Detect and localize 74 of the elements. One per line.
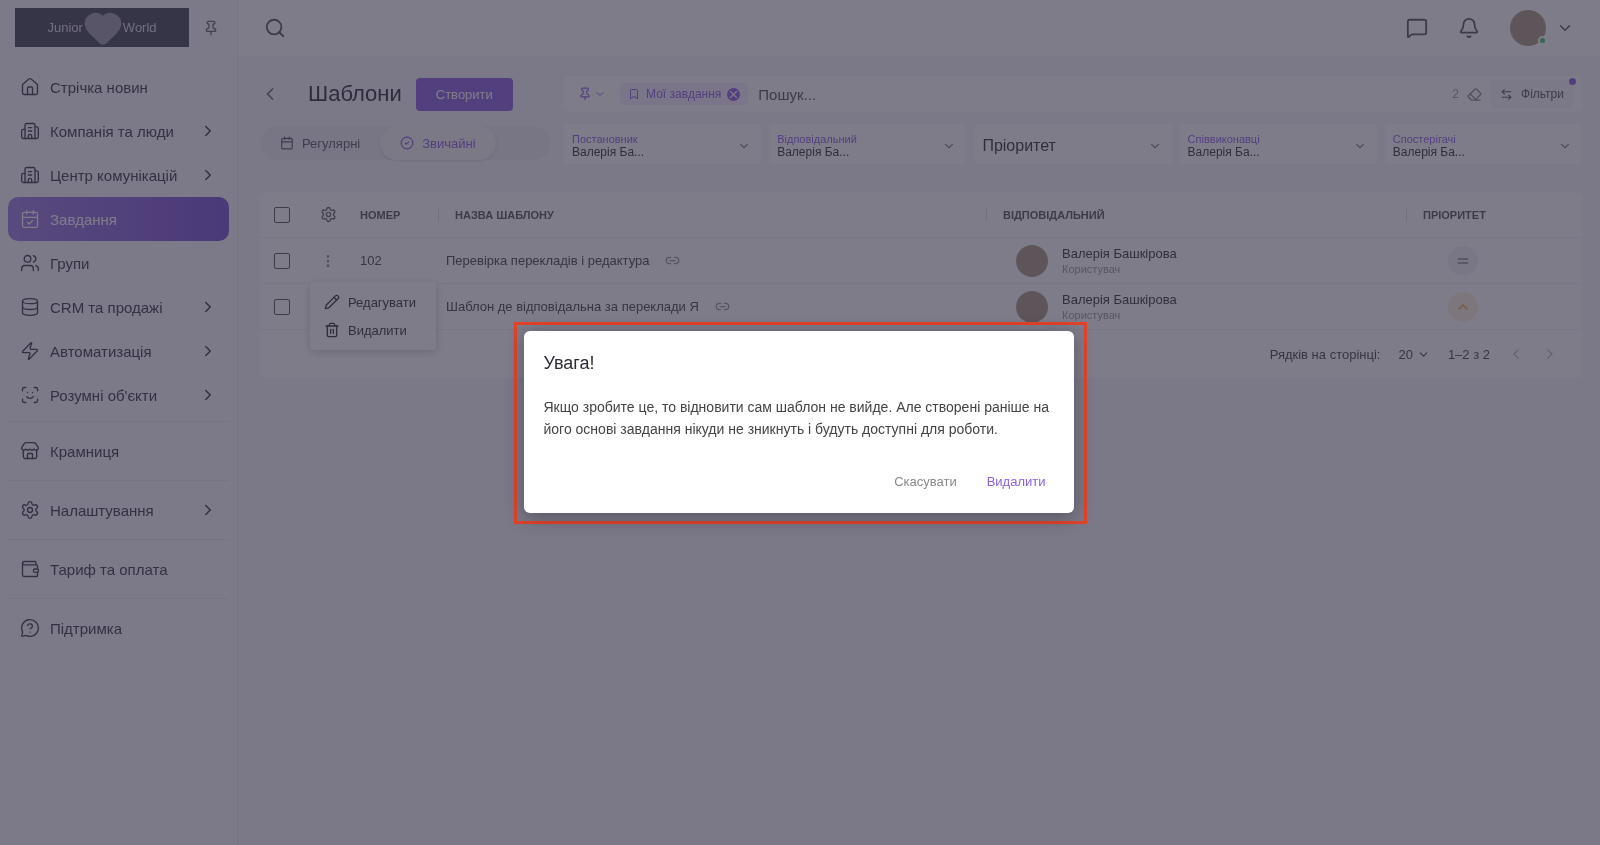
online-status-dot [1538, 36, 1547, 45]
avatar [1016, 244, 1048, 277]
filter-select[interactable]: Спостерігачі Валерія Ба... [1384, 124, 1582, 164]
calendar-icon [280, 136, 294, 150]
row-checkbox[interactable] [274, 252, 290, 269]
view-tab[interactable]: Регулярні [260, 126, 381, 160]
settings-icon[interactable] [320, 206, 337, 223]
rows-per-page-select[interactable]: 20 [1398, 346, 1430, 362]
remove-chip-icon[interactable] [727, 87, 741, 101]
template-name[interactable]: Перевірка перекладів і редактура [446, 253, 650, 268]
building-icon [20, 165, 40, 185]
nav-item[interactable]: Розумні об'єкти [8, 373, 229, 417]
store-icon [20, 441, 40, 461]
nav-item[interactable]: CRM та продажі [8, 285, 229, 329]
avatar[interactable] [1510, 10, 1546, 46]
table-cell-text: 102 [360, 253, 383, 268]
filter-select[interactable]: Відповідальний Валерія Ба... [769, 124, 967, 164]
trash-icon [324, 322, 340, 338]
avatar [1016, 290, 1048, 323]
column-header: ВІДПОВІДАЛЬНИЙ [986, 208, 1406, 221]
filter-select[interactable]: Пріоритет [974, 124, 1172, 164]
nav-item[interactable]: Тариф та оплата [8, 546, 229, 592]
page-title: Шаблони [308, 81, 402, 107]
template-name[interactable]: Шаблон де відповідальна за переклади Я [446, 299, 699, 314]
pin-icon [578, 87, 592, 101]
assignee-name: Валерія Башкірова [1062, 292, 1177, 307]
scan-face-icon [20, 385, 40, 405]
database-icon [20, 297, 40, 317]
nav-item[interactable]: Налаштування [8, 487, 229, 533]
column-header: НАЗВА ШАБЛОНУ [438, 208, 986, 221]
nav-item[interactable]: Компанія та люди [8, 109, 229, 153]
nav-item[interactable]: Стрічка новин [8, 65, 229, 109]
filter-select[interactable]: Співвиконавці Валерія Ба... [1179, 124, 1377, 164]
nav-item[interactable]: Групи [8, 241, 229, 285]
chat-icon[interactable] [1406, 17, 1428, 39]
bookmark-icon [628, 88, 640, 100]
pencil-icon [324, 294, 340, 310]
nav-item[interactable]: Автоматизація [8, 329, 229, 373]
filter-select[interactable]: Постановник Валерія Ба... [564, 124, 762, 164]
select-all-checkbox[interactable] [274, 206, 290, 223]
nav-item[interactable]: Підтримка [8, 605, 229, 651]
lightning-icon [20, 341, 40, 361]
menu-item[interactable]: Редагувати [310, 288, 436, 316]
menu-item[interactable]: Видалити [310, 316, 436, 344]
bell-icon[interactable] [1458, 17, 1480, 39]
page-range: 1–2 з 2 [1447, 346, 1490, 362]
assignee-name: Валерія Башкірова [1062, 246, 1177, 261]
filters-button[interactable]: Фільтри [1490, 80, 1574, 108]
column-header: НОМЕР [360, 208, 402, 221]
notification-dot [1569, 78, 1576, 85]
help-message-icon [20, 618, 40, 638]
row-checkbox[interactable] [274, 298, 290, 315]
building-icon [20, 121, 40, 141]
rows-per-page-label: Рядків на сторінці: [1269, 346, 1381, 362]
users-icon [20, 253, 40, 273]
view-tab[interactable]: Звичайні [380, 126, 496, 160]
delete-button[interactable]: Видалити [978, 467, 1054, 495]
logo-text: Junior [47, 20, 83, 35]
logo-text: World [122, 20, 157, 35]
cancel-button[interactable]: Скасувати [886, 467, 965, 495]
column-header: ПРІОРИТЕТ [1406, 208, 1582, 221]
eraser-icon[interactable] [1467, 86, 1482, 102]
settings-icon [20, 500, 40, 520]
wallet-icon [20, 559, 40, 579]
dialog-title: Увага! [543, 352, 596, 374]
pin-icon[interactable] [203, 19, 219, 36]
check-circle-icon [400, 136, 415, 150]
home-icon [20, 77, 40, 97]
nav-item[interactable]: Центр комунікацій [8, 153, 229, 197]
dialog-message: Якщо зробите це, то відновити сам шаблон не вийде. Але створені раніше на його основі завдання нікуди не зникнуть і будуть доступні для роботи. [543, 397, 1050, 439]
calendar-check-icon [20, 209, 40, 229]
nav-item[interactable]: Крамниця [8, 428, 229, 474]
arrows-icon [1500, 87, 1513, 101]
search-icon[interactable] [264, 17, 286, 39]
